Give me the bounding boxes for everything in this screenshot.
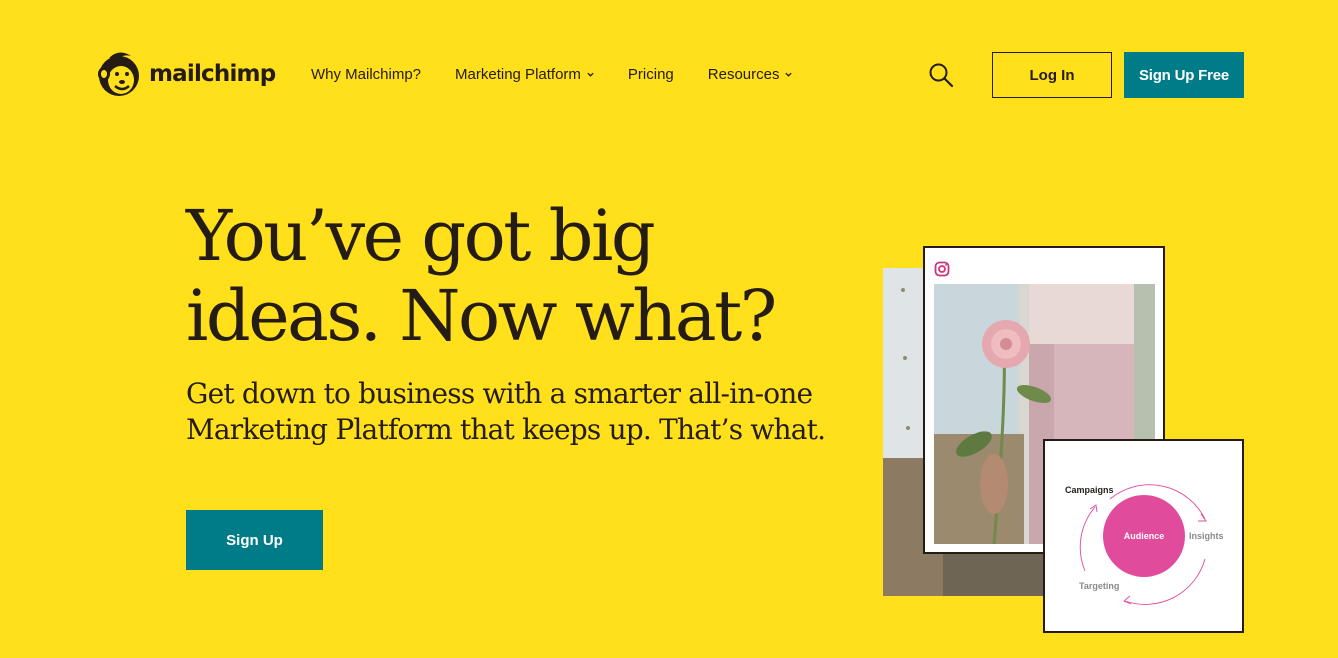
chevron-down-icon [785, 72, 793, 77]
signup-free-button[interactable]: Sign Up Free [1124, 52, 1244, 98]
freddie-monkey-icon [98, 52, 139, 96]
nav-marketing-platform[interactable]: Marketing Platform [455, 66, 594, 83]
diagram-label-targeting: Targeting [1079, 581, 1120, 591]
nav-item-label: Why Mailchimp? [311, 66, 422, 83]
hero-subtitle: Get down to business with a smarter all-… [186, 377, 826, 446]
login-button[interactable]: Log In [992, 52, 1112, 98]
signup-button[interactable]: Sign Up [186, 510, 323, 570]
nav-item-label: Pricing [627, 66, 674, 83]
diagram-label-campaigns: Campaigns [1065, 485, 1114, 495]
chevron-down-icon [587, 72, 594, 77]
nav-item-label: Resources [707, 66, 780, 83]
diagram-center-label: Audience [1123, 531, 1165, 541]
diagram-label-insights: Insights [1189, 531, 1224, 541]
nav-item-label: Marketing Platform [455, 66, 581, 83]
brand-name: mailchimp [149, 61, 276, 87]
nav-why-mailchimp[interactable]: Why Mailchimp? [311, 66, 421, 83]
mailchimp-logo[interactable]: mailchimp [95, 48, 276, 100]
nav-pricing[interactable]: Pricing [628, 66, 674, 83]
audience-diagram-card: Campaigns Audience Insights Targeting [1043, 439, 1244, 633]
main-nav: Why Mailchimp? Marketing Platform Pricin… [311, 66, 826, 83]
hero-title: You’ve got big ideas. Now what? [186, 195, 777, 357]
nav-resources[interactable]: Resources [708, 66, 793, 83]
diagram-center-audience: Audience [1103, 495, 1185, 577]
instagram-icon [934, 261, 950, 277]
search-icon[interactable] [928, 62, 954, 88]
